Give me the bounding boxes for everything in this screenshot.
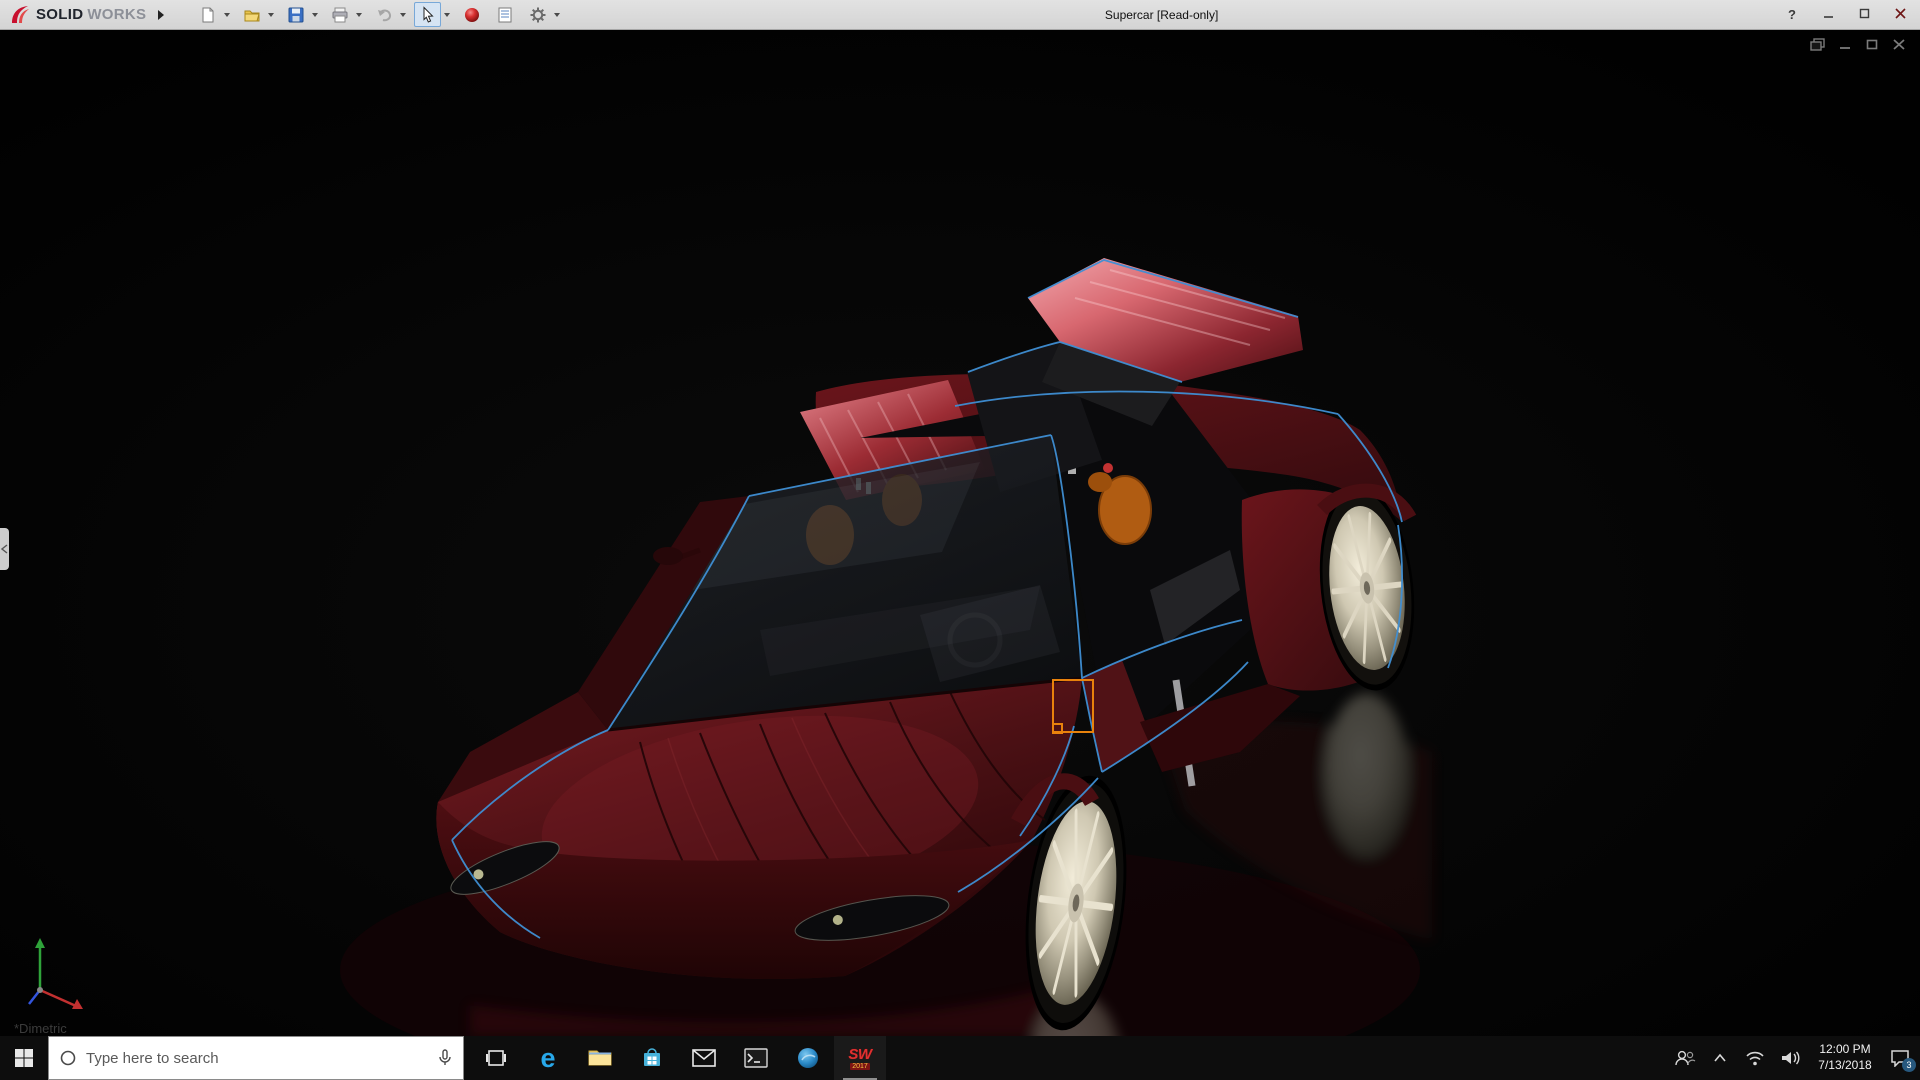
undo-dropdown[interactable] — [397, 2, 408, 27]
taskbar: e — [0, 1036, 1920, 1080]
solidworks-2017-icon: SW 2017 — [848, 1047, 871, 1070]
clock-time: 12:00 PM — [1813, 1042, 1877, 1058]
options-dropdown[interactable] — [551, 2, 562, 27]
help-button[interactable]: ? — [1784, 7, 1800, 22]
solidworks-2017-button[interactable]: SW 2017 — [834, 1036, 886, 1080]
document-window-controls — [1810, 38, 1906, 51]
mail-icon — [692, 1049, 716, 1067]
edit-appearance-button[interactable] — [458, 2, 485, 27]
undo-button[interactable] — [370, 2, 397, 27]
mail-button[interactable] — [678, 1036, 730, 1080]
quick-access-toolbar — [194, 2, 566, 27]
maximize-button[interactable] — [1856, 7, 1872, 22]
taskbar-apps: e — [470, 1036, 886, 1080]
document-properties-button[interactable] — [491, 2, 518, 27]
clock-date: 7/13/2018 — [1813, 1058, 1877, 1074]
orientation-triad — [18, 928, 98, 1018]
appearance-sphere-icon — [463, 6, 481, 24]
close-icon — [1895, 8, 1906, 19]
file-explorer-icon — [588, 1048, 612, 1068]
network-wifi-icon — [1745, 1050, 1765, 1066]
cortana-icon — [59, 1049, 77, 1067]
taskbar-search[interactable] — [48, 1036, 464, 1080]
save-button[interactable] — [282, 2, 309, 27]
console-icon — [744, 1048, 768, 1068]
graphics-viewport[interactable]: *Dimetric — [0, 30, 1920, 1036]
options-button[interactable] — [524, 2, 551, 27]
options-gear-icon — [529, 6, 547, 24]
task-view-icon — [485, 1047, 507, 1069]
select-tool-dropdown[interactable] — [441, 2, 452, 27]
new-document-dropdown[interactable] — [221, 2, 232, 27]
edge-icon: e — [540, 1045, 555, 1072]
undo-icon — [375, 6, 393, 24]
save-floppy-icon — [287, 6, 305, 24]
brand-works: WORKS — [87, 6, 146, 23]
solidworks-logo: SOLIDWORKS — [0, 4, 152, 26]
menu-flyout-arrow[interactable] — [152, 4, 170, 26]
new-document-icon — [199, 6, 217, 24]
new-document-button[interactable] — [194, 2, 221, 27]
viewport-3d-canvas[interactable] — [0, 30, 1920, 1036]
start-button[interactable] — [0, 1036, 48, 1080]
window-icon — [1810, 38, 1825, 51]
window-title: Supercar [Read-only] — [1105, 8, 1218, 22]
minimize-icon — [1823, 8, 1834, 19]
volume-button[interactable] — [1778, 1043, 1802, 1073]
open-folder-icon — [243, 6, 261, 24]
task-view-button[interactable] — [470, 1036, 522, 1080]
doc-minimize-button[interactable] — [1838, 38, 1852, 51]
minimize-button[interactable] — [1820, 7, 1836, 22]
console-button[interactable] — [730, 1036, 782, 1080]
microphone-icon[interactable] — [437, 1049, 453, 1067]
dassault-systemes-icon — [8, 4, 32, 26]
notification-badge: 3 — [1902, 1058, 1916, 1072]
select-tool-button[interactable] — [414, 2, 441, 27]
store-button[interactable] — [626, 1036, 678, 1080]
file-explorer-button[interactable] — [574, 1036, 626, 1080]
doc-close-button[interactable] — [1892, 38, 1906, 51]
doc-restore-icon — [1865, 38, 1879, 51]
chevron-up-icon — [1713, 1053, 1727, 1063]
chevron-left-icon — [1, 544, 8, 554]
print-dropdown[interactable] — [353, 2, 364, 27]
people-icon — [1674, 1049, 1696, 1067]
select-cursor-icon — [419, 6, 437, 24]
properties-sheet-icon — [496, 6, 514, 24]
print-icon — [331, 6, 349, 24]
maximize-icon — [1859, 8, 1870, 19]
network-button[interactable] — [1743, 1043, 1767, 1073]
people-button[interactable] — [1673, 1043, 1697, 1073]
hidden-icons-button[interactable] — [1708, 1043, 1732, 1073]
print-button[interactable] — [326, 2, 353, 27]
search-input[interactable] — [86, 1050, 428, 1067]
window-controls: ? — [1784, 7, 1920, 22]
save-dropdown[interactable] — [309, 2, 320, 27]
titlebar: SOLIDWORKS — [0, 0, 1920, 30]
doc-restore-button[interactable] — [1865, 38, 1879, 51]
app-button[interactable] — [782, 1036, 834, 1080]
windows-logo-icon — [14, 1048, 34, 1068]
open-dropdown[interactable] — [265, 2, 276, 27]
taskbar-clock[interactable]: 12:00 PM 7/13/2018 — [1813, 1042, 1877, 1073]
speaker-icon — [1780, 1050, 1800, 1066]
action-center-button[interactable]: 3 — [1888, 1043, 1912, 1073]
doc-close-icon — [1892, 38, 1906, 51]
system-tray: 12:00 PM 7/13/2018 3 — [1673, 1036, 1920, 1080]
doc-window-button[interactable] — [1810, 38, 1825, 51]
view-orientation-label: *Dimetric — [14, 1021, 67, 1036]
store-icon — [641, 1047, 663, 1069]
edge-button[interactable]: e — [522, 1036, 574, 1080]
doc-minimize-icon — [1838, 38, 1852, 51]
close-button[interactable] — [1892, 7, 1908, 22]
feature-panel-collapse-handle[interactable] — [0, 528, 9, 570]
open-button[interactable] — [238, 2, 265, 27]
app-icon — [796, 1046, 820, 1070]
flyout-arrow-icon — [157, 9, 165, 21]
brand-solid: SOLID — [36, 6, 83, 23]
